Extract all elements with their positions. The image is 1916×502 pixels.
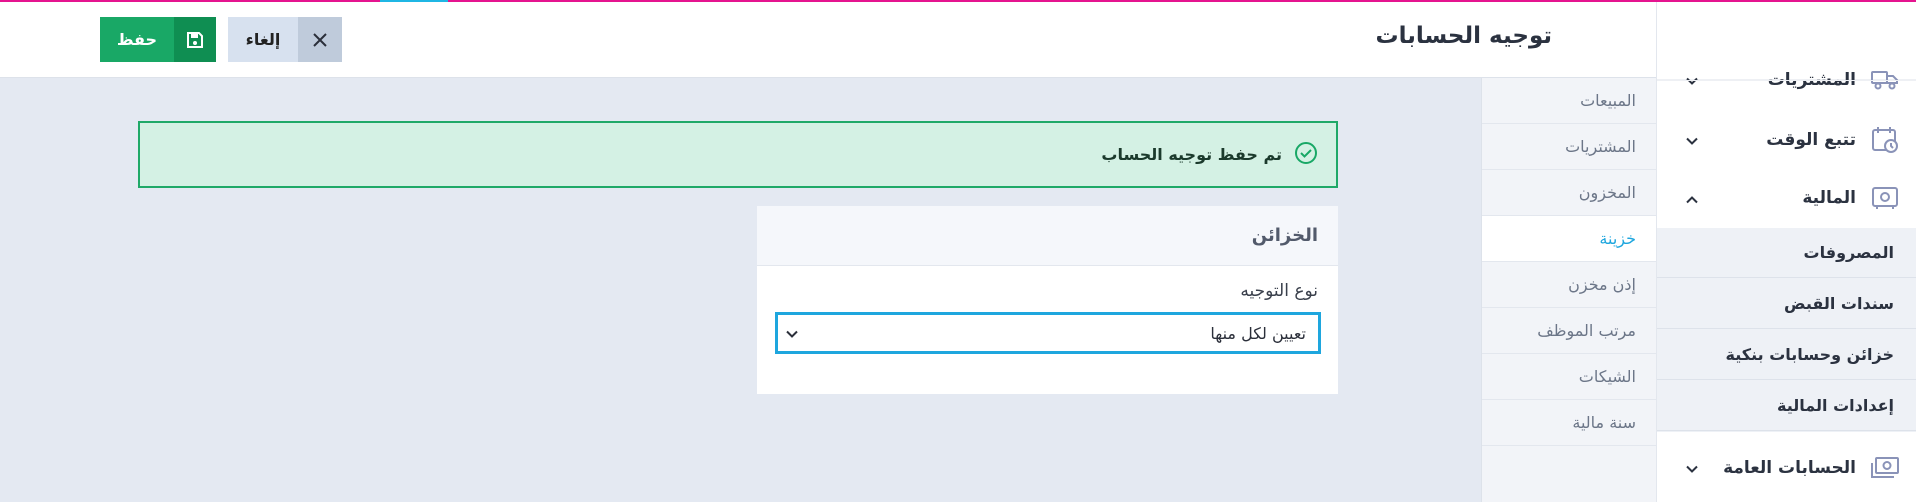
subnav-item-employee-salary[interactable]: مرتب الموظف xyxy=(1482,308,1656,354)
sidebar-subitem-label: المصروفات xyxy=(1803,243,1894,262)
top-accent-segment xyxy=(380,0,448,2)
sidebar-item-general-accounts[interactable]: الحسابات العامة xyxy=(1657,440,1916,496)
safe-icon xyxy=(1870,183,1900,213)
finance-submenu: المصروفات سندات القبض خزائن وحسابات بنكي… xyxy=(1657,228,1916,432)
save-button[interactable]: حفظ xyxy=(100,17,216,62)
card-title: الخزائن xyxy=(757,206,1338,266)
sidebar-subitem-expenses[interactable]: المصروفات xyxy=(1657,228,1916,278)
subnav-item-label: المخزون xyxy=(1578,183,1636,202)
calendar-clock-icon xyxy=(1870,125,1900,155)
treasuries-card: الخزائن نوع التوجيه تعيين لكل منها xyxy=(757,206,1338,394)
page-header: توجيه الحسابات حفظ إلغاء xyxy=(0,0,1656,78)
subnav-item-inventory[interactable]: المخزون xyxy=(1482,170,1656,216)
subnav-item-cheques[interactable]: الشيكات xyxy=(1482,354,1656,400)
subnav-item-label: المبيعات xyxy=(1580,91,1636,110)
success-alert: تم حفظ توجيه الحساب xyxy=(138,121,1338,188)
cancel-button-label: إلغاء xyxy=(245,30,281,49)
close-icon xyxy=(298,17,342,62)
subnav-item-label: المشتريات xyxy=(1565,137,1636,156)
sidebar-item-label: الحسابات العامة xyxy=(1723,458,1856,478)
sidebar-item-time-tracking[interactable]: تتبع الوقت xyxy=(1657,112,1916,168)
settings-subnav: المبيعات المشتريات المخزون خزينة إذن مخز… xyxy=(1481,78,1656,502)
floppy-disk-icon xyxy=(174,17,216,62)
subnav-item-label: خزينة xyxy=(1599,229,1636,248)
alert-message: تم حفظ توجيه الحساب xyxy=(1101,145,1282,164)
subnav-item-stock-permit[interactable]: إذن مخزن xyxy=(1482,262,1656,308)
top-accent-line xyxy=(0,0,1916,2)
sidebar-divider xyxy=(1657,80,1916,81)
sidebar-item-label: المالية xyxy=(1802,188,1856,208)
main-sidebar: المشتريات تتبع الوقت المالية المصروفات س… xyxy=(1656,0,1916,502)
page-title: توجيه الحسابات xyxy=(1375,23,1553,49)
sidebar-subitem-label: سندات القبض xyxy=(1783,294,1894,313)
check-circle-icon xyxy=(1294,141,1318,169)
sidebar-subitem-label: خزائن وحسابات بنكية xyxy=(1725,345,1894,364)
subnav-item-label: سنة مالية xyxy=(1572,413,1636,432)
sidebar-item-finance[interactable]: المالية xyxy=(1657,170,1916,226)
money-icon xyxy=(1870,453,1900,483)
routing-type-label: نوع التوجيه xyxy=(1240,281,1318,301)
chevron-down-icon xyxy=(1686,459,1698,478)
subnav-item-treasury[interactable]: خزينة xyxy=(1482,216,1656,262)
sidebar-item-label: تتبع الوقت xyxy=(1766,130,1856,150)
routing-type-select[interactable]: تعيين لكل منها xyxy=(775,312,1321,354)
cancel-button[interactable]: إلغاء xyxy=(228,17,342,62)
subnav-item-sales[interactable]: المبيعات xyxy=(1482,78,1656,124)
chevron-up-icon xyxy=(1686,189,1698,208)
subnav-item-label: إذن مخزن xyxy=(1568,275,1636,294)
subnav-item-purchases[interactable]: المشتريات xyxy=(1482,124,1656,170)
sidebar-subitem-receipts[interactable]: سندات القبض xyxy=(1657,279,1916,329)
routing-type-value: تعيين لكل منها xyxy=(1210,323,1306,343)
save-button-label: حفظ xyxy=(116,30,158,49)
sidebar-subitem-label: إعدادات المالية xyxy=(1777,396,1894,415)
subnav-item-label: الشيكات xyxy=(1578,367,1636,386)
sidebar-subitem-finance-settings[interactable]: إعدادات المالية xyxy=(1657,381,1916,431)
subnav-item-fiscal-year[interactable]: سنة مالية xyxy=(1482,400,1656,446)
subnav-item-label: مرتب الموظف xyxy=(1537,321,1636,340)
chevron-down-icon xyxy=(1686,131,1698,150)
chevron-down-icon xyxy=(786,324,798,343)
sidebar-subitem-treasuries[interactable]: خزائن وحسابات بنكية xyxy=(1657,330,1916,380)
